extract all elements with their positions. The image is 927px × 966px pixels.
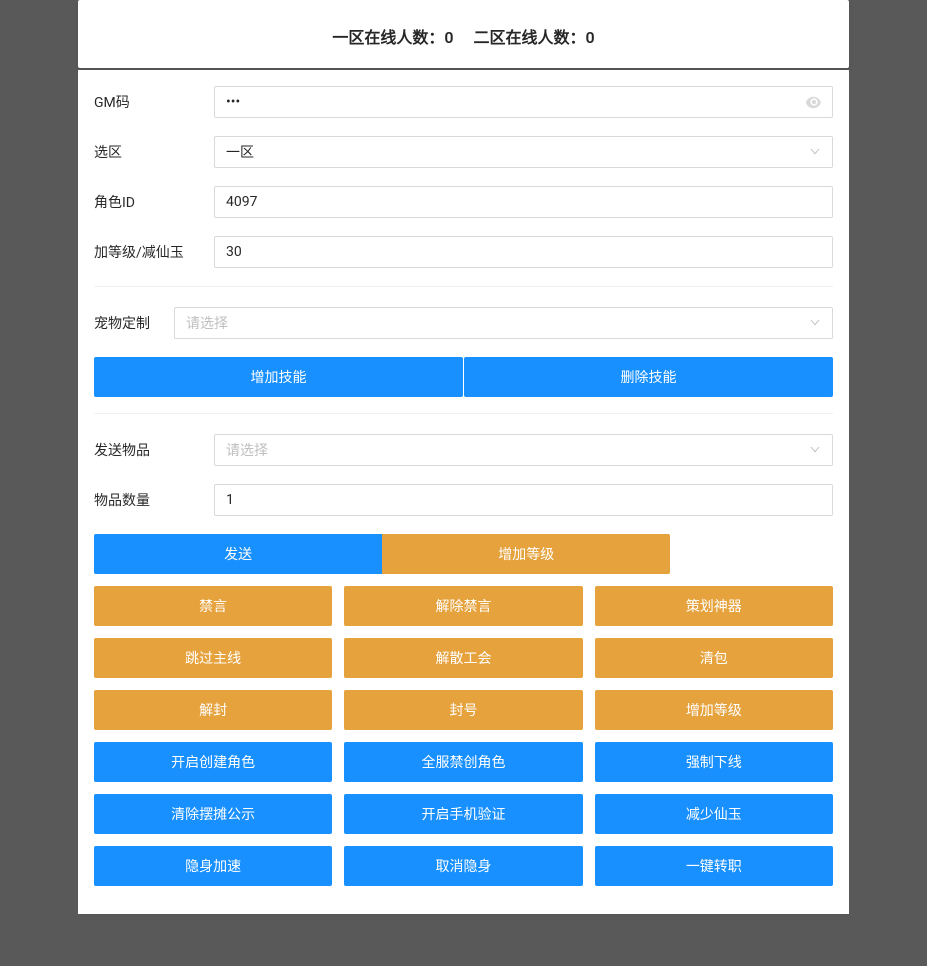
ban-button[interactable]: 封号: [344, 690, 582, 730]
one-key-change-job-button[interactable]: 一键转职: [595, 846, 833, 886]
send-item-placeholder: 请选择: [226, 440, 268, 460]
add-level2-button[interactable]: 增加等级: [595, 690, 833, 730]
clear-bag-button[interactable]: 清包: [595, 638, 833, 678]
item-count-label: 物品数量: [94, 490, 214, 510]
item-count-input[interactable]: [214, 484, 833, 516]
stealth-speed-button[interactable]: 隐身加速: [94, 846, 332, 886]
skip-main-button[interactable]: 跳过主线: [94, 638, 332, 678]
global-ban-create-role-button[interactable]: 全服禁创角色: [344, 742, 582, 782]
reduce-jade-button[interactable]: 减少仙玉: [595, 794, 833, 834]
eye-icon[interactable]: [806, 94, 822, 110]
role-id-input[interactable]: [214, 186, 833, 218]
pet-custom-select[interactable]: 请选择: [174, 307, 833, 339]
main-form-card: GM码 选区 一区: [78, 70, 849, 914]
zone-select-value: 一区: [226, 142, 254, 162]
chevron-down-icon: [809, 444, 821, 456]
cancel-stealth-button[interactable]: 取消隐身: [344, 846, 582, 886]
unmute-button[interactable]: 解除禁言: [344, 586, 582, 626]
dissolve-guild-button[interactable]: 解散工会: [344, 638, 582, 678]
gm-code-label: GM码: [94, 92, 214, 112]
role-id-label: 角色ID: [94, 192, 214, 212]
add-level-button[interactable]: 增加等级: [382, 534, 670, 574]
divider: [94, 286, 833, 287]
online-stats: 一区在线人数：0 二区在线人数：0: [94, 24, 833, 48]
pet-custom-placeholder: 请选择: [186, 313, 228, 333]
divider: [94, 413, 833, 414]
zone2-count: 0: [585, 28, 594, 47]
header-stats-card: 一区在线人数：0 二区在线人数：0: [78, 0, 849, 68]
chevron-down-icon: [809, 146, 821, 158]
force-offline-button[interactable]: 强制下线: [595, 742, 833, 782]
zone1-count: 0: [444, 28, 453, 47]
send-button[interactable]: 发送: [94, 534, 382, 574]
send-item-label: 发送物品: [94, 440, 214, 460]
zone-select[interactable]: 一区: [214, 136, 833, 168]
chevron-down-icon: [809, 317, 821, 329]
zone1-label: 一区在线人数：: [332, 28, 444, 47]
zone2-label: 二区在线人数：: [473, 28, 585, 47]
remove-skill-button[interactable]: 删除技能: [464, 357, 833, 397]
gm-code-input[interactable]: [214, 86, 833, 118]
planner-artifact-button[interactable]: 策划神器: [595, 586, 833, 626]
send-item-select[interactable]: 请选择: [214, 434, 833, 466]
level-input[interactable]: [214, 236, 833, 268]
clear-stall-notice-button[interactable]: 清除摆摊公示: [94, 794, 332, 834]
zone-select-label: 选区: [94, 142, 214, 162]
pet-custom-label: 宠物定制: [94, 313, 174, 333]
level-label: 加等级/减仙玉: [94, 242, 214, 262]
enable-create-role-button[interactable]: 开启创建角色: [94, 742, 332, 782]
unban-button[interactable]: 解封: [94, 690, 332, 730]
mute-button[interactable]: 禁言: [94, 586, 332, 626]
add-skill-button[interactable]: 增加技能: [94, 357, 463, 397]
enable-phone-verify-button[interactable]: 开启手机验证: [344, 794, 582, 834]
